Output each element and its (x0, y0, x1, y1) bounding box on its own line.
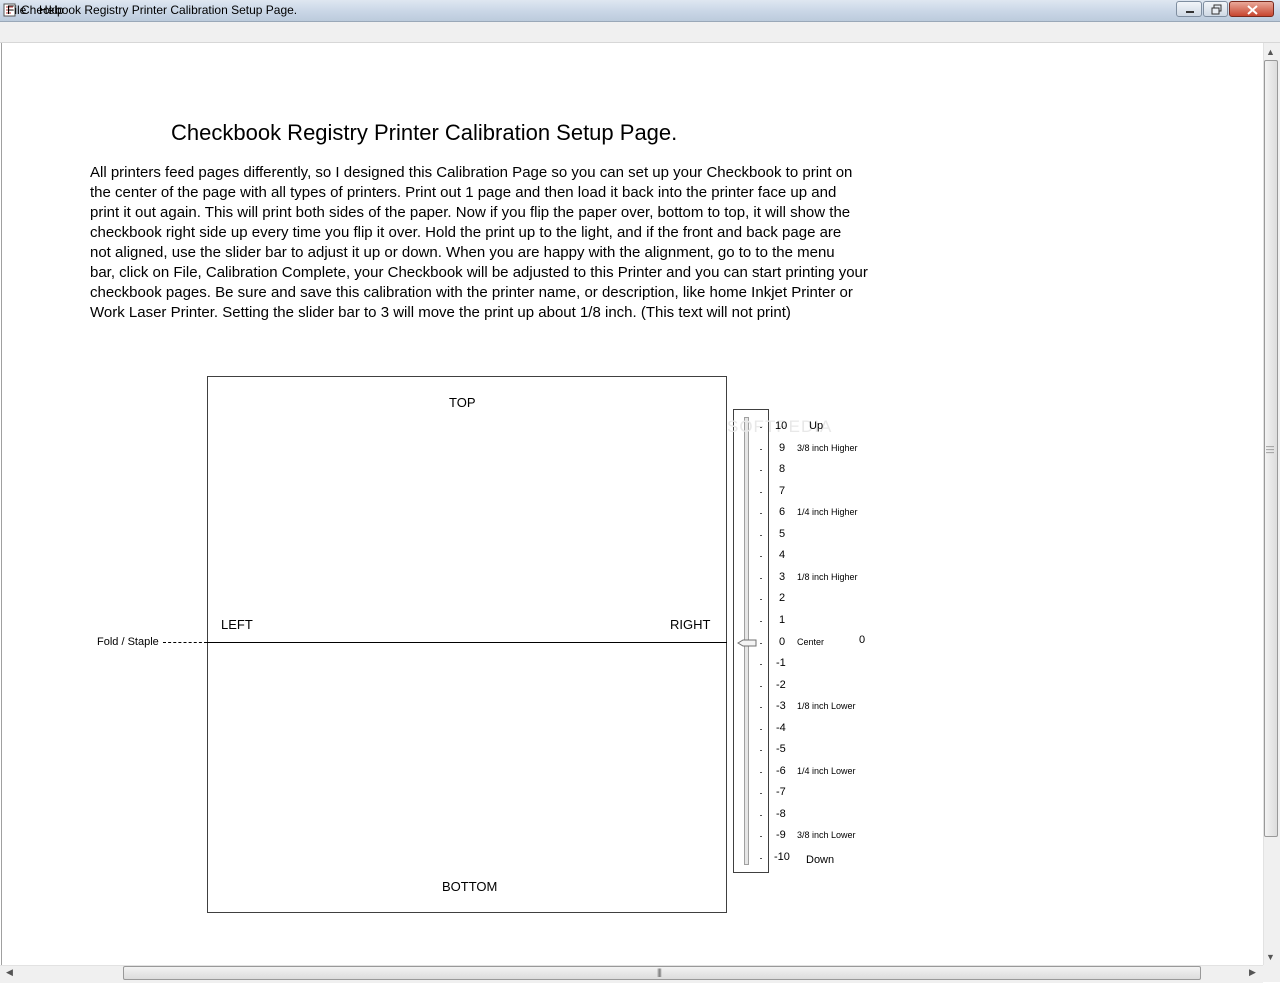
scroll-down-arrow-icon[interactable]: ▼ (1266, 952, 1275, 962)
paper-preview (207, 376, 727, 913)
slider-tick-label: -7 (776, 786, 786, 798)
close-icon (1247, 5, 1258, 15)
slider-offset-description: Center (797, 637, 825, 647)
slider-tick (760, 686, 762, 687)
scroll-up-arrow-icon[interactable]: ▲ (1266, 47, 1275, 57)
slider-thumb[interactable] (737, 639, 757, 648)
slider-tick (760, 750, 762, 751)
slider-tick-label: 2 (779, 592, 786, 604)
slider-tick (760, 772, 762, 773)
slider-tick (760, 621, 762, 622)
slider-tick-label: 4 (779, 549, 786, 561)
intro-line: bar, click on File, Calibration Complete… (90, 264, 868, 281)
slider-value: 0 (859, 634, 866, 646)
intro-line: All printers feed pages differently, so … (90, 164, 853, 181)
slider-tick (760, 858, 762, 859)
intro-line: print it out again. This will print both… (90, 204, 851, 221)
slider-offset-description: 1/8 inch Lower (797, 701, 856, 711)
close-button[interactable] (1229, 1, 1274, 17)
size-grip (1263, 965, 1280, 982)
slider-tick-label: -3 (776, 700, 786, 712)
slider-tick (760, 513, 762, 514)
grip-icon: ||| (657, 967, 662, 977)
paper-top-label: TOP (449, 395, 476, 410)
slider-tick (760, 578, 762, 579)
slider-tick (760, 836, 762, 837)
intro-line: the center of the page with all types of… (90, 184, 837, 201)
slider-tick-label: 9 (779, 442, 786, 454)
slider-tick-label: -5 (776, 743, 786, 755)
horizontal-scroll-thumb[interactable] (123, 966, 1201, 980)
slider-tick (760, 729, 762, 730)
slider-tick-label: -1 (776, 657, 786, 669)
menu-file[interactable]: File (7, 3, 26, 17)
slider-tick-label: -6 (776, 765, 786, 777)
slider-tick (760, 492, 762, 493)
intro-line: checkbook right side up every time you f… (90, 224, 842, 241)
slider-offset-description: 1/8 inch Higher (797, 572, 858, 582)
fold-line (207, 642, 727, 643)
page-heading: Checkbook Registry Printer Calibration S… (171, 120, 678, 145)
slider-down-label: Down (806, 854, 835, 866)
slider-tick-label: 10 (775, 420, 788, 432)
paper-left-label: LEFT (221, 617, 253, 632)
slider-tick-label: 3 (779, 571, 786, 583)
intro-text: All printers feed pages differently, so … (90, 163, 910, 323)
slider-up-label: Up (809, 420, 824, 432)
fold-dash-line (163, 642, 207, 643)
slider-tick-label: 5 (779, 528, 786, 540)
slider-tick-label: 1 (779, 614, 786, 626)
scroll-left-arrow-icon[interactable]: ◀ (6, 967, 13, 978)
paper-right-label: RIGHT (670, 617, 711, 632)
slider-tick-label: -2 (776, 679, 786, 691)
slider-tick (760, 643, 762, 644)
intro-line: not aligned, use the slider bar to adjus… (90, 244, 835, 261)
slider-tick-label: 7 (779, 485, 786, 497)
slider-tick (760, 707, 762, 708)
slider-tick-label: 8 (779, 463, 786, 475)
slider-tick-label: 0 (779, 636, 786, 648)
slider-offset-description: 3/8 inch Higher (797, 443, 858, 453)
slider-tick-label: -10 (774, 851, 790, 863)
fold-staple-label: Fold / Staple (97, 636, 159, 648)
slider-tick-label: 6 (779, 506, 786, 518)
scroll-right-arrow-icon[interactable]: ▶ (1249, 967, 1256, 978)
intro-line: checkbook pages. Be sure and save this c… (90, 284, 853, 301)
slider-offset-description: 3/8 inch Lower (797, 830, 856, 840)
slider-tick (760, 815, 762, 816)
paper-bottom-label: BOTTOM (442, 879, 498, 894)
slider-tick-label: -4 (776, 722, 786, 734)
minimize-icon (1186, 11, 1194, 13)
slider-tick (760, 535, 762, 536)
slider-tick (760, 664, 762, 665)
slider-tick (760, 449, 762, 450)
intro-line: Work Laser Printer. Setting the slider b… (90, 304, 791, 321)
grip-icon: — — — (1266, 442, 1274, 457)
slider-offset-description: 1/4 inch Higher (797, 507, 858, 517)
maximize-icon (1211, 4, 1222, 15)
slider-tick (760, 556, 762, 557)
slider-tick (760, 470, 762, 471)
slider-tick (760, 599, 762, 600)
menu-bar (0, 22, 1280, 43)
maximize-button[interactable] (1203, 1, 1228, 17)
minimize-button[interactable] (1176, 1, 1202, 17)
title-bar[interactable]: Checkbook Registry Printer Calibration S… (0, 0, 1280, 22)
slider-tick (760, 793, 762, 794)
slider-tick (760, 427, 762, 428)
slider-tick-label: -8 (776, 808, 786, 820)
menu-help[interactable]: Help (39, 3, 64, 17)
slider-tick-label: -9 (776, 829, 786, 841)
slider-offset-description: 1/4 inch Lower (797, 766, 856, 776)
